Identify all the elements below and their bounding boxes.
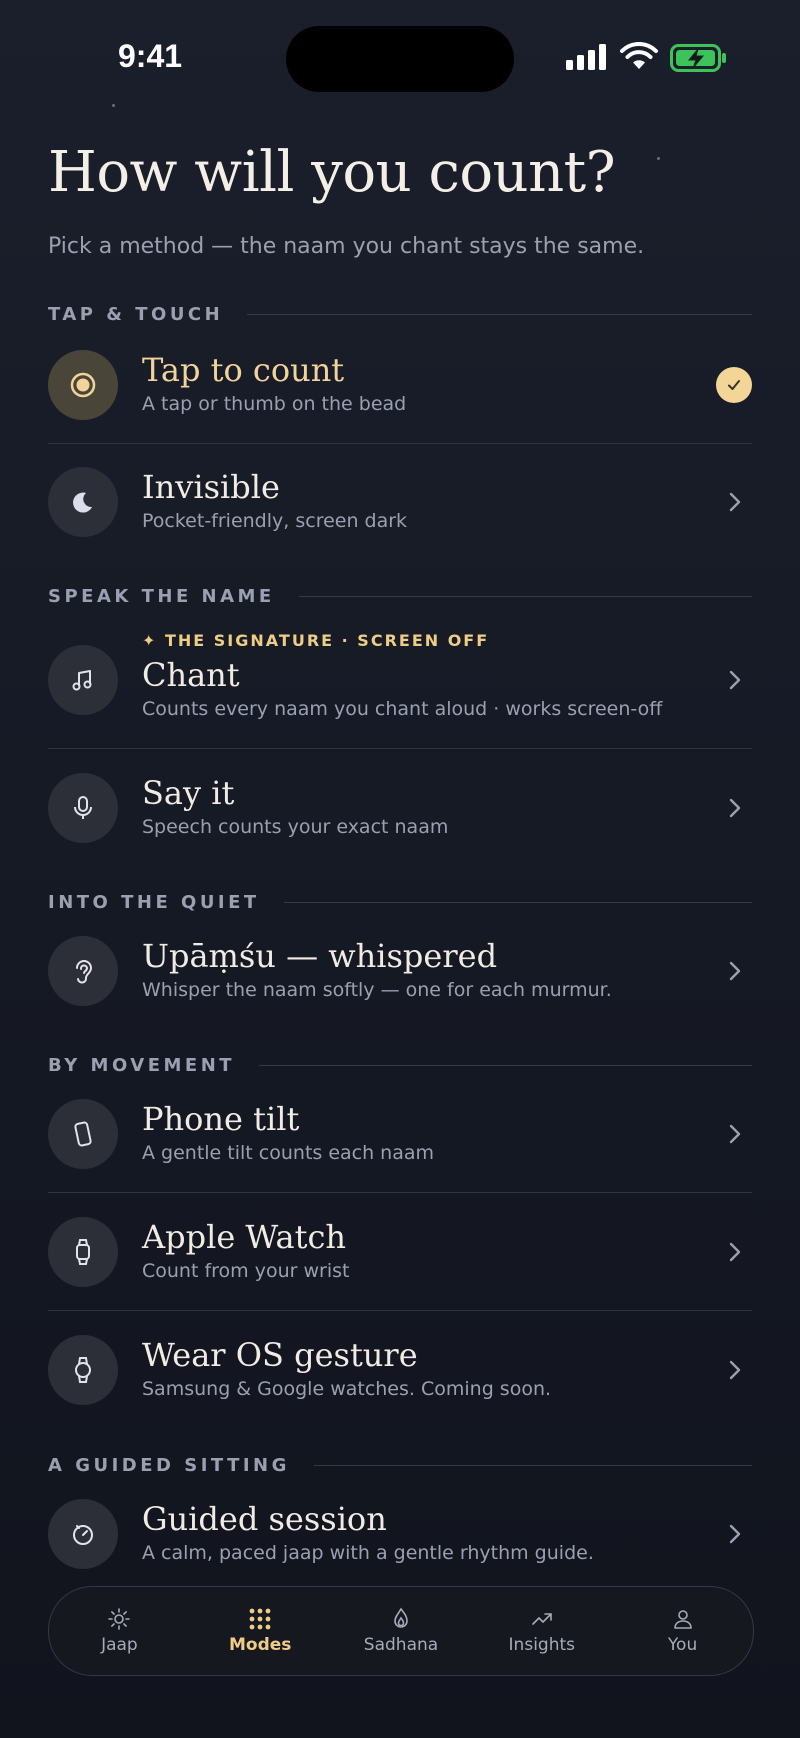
chevron-right-icon — [724, 1359, 746, 1381]
tab-insights[interactable]: Insights — [471, 1587, 612, 1675]
trend-up-icon — [531, 1613, 552, 1625]
section-rule — [283, 902, 752, 903]
section-label: INTO THE QUIET — [48, 892, 260, 913]
section-rule — [247, 314, 752, 315]
watch-icon — [48, 1217, 118, 1287]
mode-row-say-it[interactable]: Say it Speech counts your exact naam — [48, 773, 752, 843]
mode-row-upamsu-whispered[interactable]: Upāṃśu — whispered Whisper the naam soft… — [48, 936, 752, 1006]
section-header-a-guided-sitting: A GUIDED SITTING — [48, 1455, 752, 1476]
mode-label: Invisible — [142, 468, 280, 506]
dynamic-island — [286, 26, 514, 92]
section-header-into-the-quiet: INTO THE QUIET — [48, 892, 752, 913]
mode-label: Guided session — [142, 1500, 387, 1538]
section-header-by-movement: BY MOVEMENT — [48, 1055, 752, 1076]
mode-description: A gentle tilt counts each naam — [142, 1142, 435, 1164]
sun-icon — [108, 1608, 131, 1630]
tab-modes[interactable]: Modes — [190, 1587, 331, 1675]
moon-icon — [48, 467, 118, 537]
mode-description: Samsung & Google watches. Coming soon. — [142, 1378, 552, 1400]
tab-label: Insights — [508, 1635, 576, 1655]
tab-sadhana[interactable]: Sadhana — [331, 1587, 472, 1675]
section-rule — [259, 1065, 752, 1066]
chevron-right-icon — [724, 669, 746, 691]
chevron-right-icon — [724, 1241, 746, 1263]
chevron-right-icon — [724, 1123, 746, 1145]
section-rule — [298, 596, 752, 597]
ear-icon — [48, 936, 118, 1006]
section-header-speak-the-name: SPEAK THE NAME — [48, 586, 752, 607]
battery-charging-icon — [670, 44, 726, 72]
person-icon — [673, 1610, 692, 1629]
section-label: A GUIDED SITTING — [48, 1455, 290, 1476]
mode-label: Tap to count — [142, 351, 345, 389]
microphone-icon — [48, 773, 118, 843]
phone-icon — [48, 1099, 118, 1169]
row-divider — [48, 1192, 752, 1193]
mode-label: Upāṃśu — whispered — [142, 937, 498, 975]
mode-description: Count from your wrist — [142, 1260, 350, 1282]
section-label: SPEAK THE NAME — [48, 586, 275, 607]
tab-label: Jaap — [101, 1635, 138, 1655]
page-title: How will you count? — [48, 140, 616, 205]
star-dot — [112, 104, 115, 107]
tab-label: Sadhana — [363, 1635, 439, 1655]
mode-label: Wear OS gesture — [142, 1336, 418, 1374]
timer-icon — [48, 1499, 118, 1569]
radio-dot-icon — [48, 350, 118, 420]
music-note-icon — [48, 645, 118, 715]
mode-row-apple-watch[interactable]: Apple Watch Count from your wrist — [48, 1217, 752, 1287]
status-bar: 9:41 — [0, 0, 800, 120]
row-divider — [48, 748, 752, 749]
mode-description: Pocket-friendly, screen dark — [142, 510, 408, 532]
section-label: BY MOVEMENT — [48, 1055, 236, 1076]
grid-dots-icon — [249, 1608, 271, 1630]
mode-row-phone-tilt[interactable]: Phone tilt A gentle tilt counts each naa… — [48, 1099, 752, 1169]
page-subtitle: Pick a method — the naam you chant stays… — [48, 234, 645, 259]
tab-label: You — [667, 1635, 698, 1655]
mode-row-guided-session[interactable]: Guided session A calm, paced jaap with a… — [48, 1499, 752, 1569]
tab-you[interactable]: You — [612, 1587, 753, 1675]
chevron-right-icon — [724, 797, 746, 819]
wifi-icon — [620, 42, 658, 69]
round-watch-icon — [48, 1335, 118, 1405]
signature-badge: ✦ THE SIGNATURE · SCREEN OFF — [142, 631, 490, 650]
mode-description: A tap or thumb on the bead — [142, 393, 407, 415]
bottom-tab-bar: Jaap Modes Sadhana Insights You — [48, 1586, 754, 1676]
mode-label: Phone tilt — [142, 1100, 300, 1138]
mode-label: Chant — [142, 656, 240, 694]
cellular-signal-icon — [566, 44, 606, 70]
section-rule — [313, 1465, 752, 1466]
chevron-right-icon — [724, 960, 746, 982]
tab-jaap[interactable]: Jaap — [49, 1587, 190, 1675]
mode-row-invisible[interactable]: Invisible Pocket-friendly, screen dark — [48, 467, 752, 537]
row-divider — [48, 1310, 752, 1311]
mode-label: Apple Watch — [142, 1218, 346, 1256]
chevron-right-icon — [724, 1523, 746, 1545]
mode-description: Speech counts your exact naam — [142, 816, 449, 838]
star-dot — [657, 157, 660, 160]
mode-row-chant[interactable]: ✦ THE SIGNATURE · SCREEN OFF Chant Count… — [48, 630, 752, 726]
chevron-right-icon — [724, 491, 746, 513]
selected-check-icon — [716, 367, 752, 403]
mode-description: A calm, paced jaap with a gentle rhythm … — [142, 1542, 594, 1564]
row-divider — [48, 443, 752, 444]
mode-row-wear-os-gesture[interactable]: Wear OS gesture Samsung & Google watches… — [48, 1335, 752, 1405]
section-label: TAP & TOUCH — [48, 304, 224, 325]
mode-description: Counts every naam you chant aloud · work… — [142, 698, 663, 720]
flame-icon — [394, 1607, 408, 1628]
mode-description: Whisper the naam softly — one for each m… — [142, 979, 612, 1001]
mode-row-tap-to-count[interactable]: Tap to count A tap or thumb on the bead — [48, 350, 752, 420]
mode-label: Say it — [142, 774, 235, 812]
section-header-tap-touch: TAP & TOUCH — [48, 304, 752, 325]
status-time: 9:41 — [118, 38, 183, 74]
tab-label: Modes — [228, 1635, 292, 1655]
